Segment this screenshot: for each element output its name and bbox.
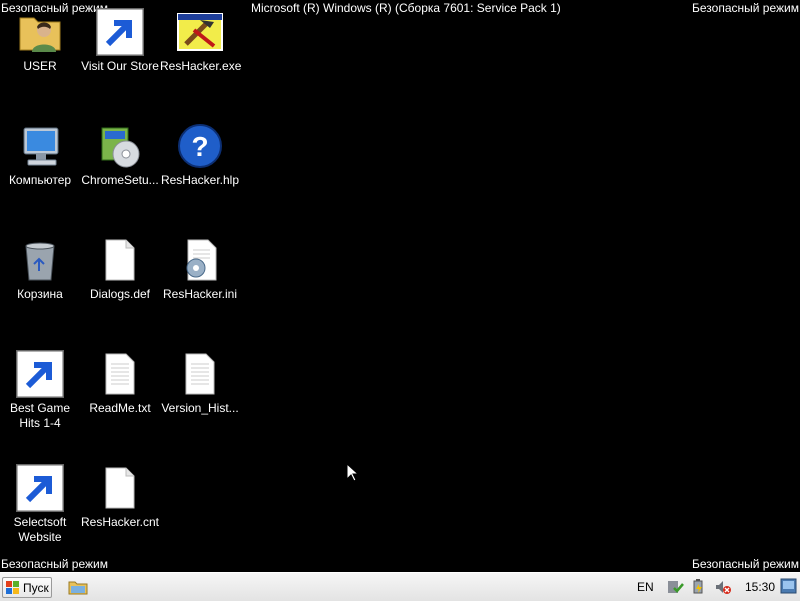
shortcut-arrow-icon [16, 464, 64, 512]
volume-muted-icon[interactable] [714, 579, 732, 595]
desktop-icon-label: Selectsoft Website [13, 515, 67, 544]
start-label: Пуск [23, 580, 49, 595]
safe-mode-label-bottom-right: Безопасный режим [692, 557, 799, 571]
desktop-icon-label: ResHacker.hlp [160, 173, 240, 187]
desktop-icon-label: ResHacker.exe [160, 59, 242, 73]
windows-logo-icon [6, 580, 19, 594]
shortcut-arrow-icon [16, 350, 64, 398]
mouse-pointer-icon [346, 463, 358, 482]
desktop-icon-label: Корзина [17, 287, 63, 301]
desktop-icon-version-history[interactable]: Version_Hist... [160, 342, 240, 416]
desktop-icon-chromesetup[interactable]: ChromeSetu... [80, 114, 160, 188]
power-battery-icon[interactable] [690, 579, 708, 595]
installer-icon [96, 122, 144, 170]
windows-build-title: Microsoft (R) Windows (R) (Сборка 7601: … [251, 1, 561, 15]
desktop-icon-label: ResHacker.ini [162, 287, 238, 301]
desktop-icon-user[interactable]: USER [0, 0, 80, 74]
desktop-icon-label: Компьютер [8, 173, 72, 187]
language-indicator[interactable]: EN [637, 580, 654, 594]
show-desktop-icon[interactable] [780, 577, 797, 596]
desktop-icon-label: Visit Our Store [81, 59, 159, 73]
blank-file-icon [96, 464, 144, 512]
desktop-icon-dialogs-def[interactable]: Dialogs.def [80, 228, 160, 302]
computer-icon [16, 122, 64, 170]
explorer-folder-icon[interactable] [68, 579, 88, 595]
start-button[interactable]: Пуск [2, 577, 52, 598]
desktop-icon-reshacker-ini[interactable]: ResHacker.ini [160, 228, 240, 302]
dice-game-icon [16, 350, 64, 398]
desktop-icon-label: Dialogs.def [89, 287, 151, 301]
help-file-icon: ? [176, 122, 224, 170]
desktop-icon-label: Best Game Hits 1-4 [9, 401, 71, 430]
text-file-icon [96, 350, 144, 398]
desktop-icon-reshacker-hlp[interactable]: ? ResHacker.hlp [160, 114, 240, 188]
selectsoft-s-icon [16, 464, 64, 512]
desktop-icon-label: USER [23, 59, 57, 73]
desktop-icon-reshacker-exe[interactable]: ResHacker.exe [160, 0, 242, 74]
recycle-bin-icon [16, 236, 64, 284]
safe-mode-label-bottom-left: Безопасный режим [1, 557, 108, 571]
desktop-icon-label: ResHacker.cnt [80, 515, 160, 529]
user-folder-icon [16, 8, 64, 56]
shortcut-arrow-icon [96, 8, 144, 56]
desktop-icon-computer[interactable]: Компьютер [0, 114, 80, 188]
reshacker-exe-icon [176, 8, 224, 56]
system-clock[interactable]: 15:30 [745, 580, 775, 594]
svg-text:?: ? [191, 131, 208, 162]
desktop-icon-readme-txt[interactable]: ReadMe.txt [80, 342, 160, 416]
blank-file-icon [96, 236, 144, 284]
desktop-icon-best-game-hits[interactable]: Best Game Hits 1-4 [0, 342, 80, 431]
ini-settings-file-icon [176, 236, 224, 284]
action-center-flag-icon[interactable] [666, 579, 684, 595]
desktop-icon-label: ChromeSetu... [81, 173, 159, 187]
desktop-icon-label: ReadMe.txt [89, 401, 151, 415]
desktop-icon-recycle-bin[interactable]: Корзина [0, 228, 80, 302]
store-n-logo-icon [96, 8, 144, 56]
text-file-icon [176, 350, 224, 398]
desktop-icon-reshacker-cnt[interactable]: ResHacker.cnt [80, 456, 160, 530]
desktop-icon-selectsoft-website[interactable]: Selectsoft Website [0, 456, 80, 545]
desktop-icon-label: Version_Hist... [161, 401, 239, 415]
safe-mode-label-top-right: Безопасный режим [692, 1, 799, 15]
taskbar: Пуск EN 15:30 [0, 572, 800, 601]
desktop-icon-visit-our-store[interactable]: Visit Our Store [80, 0, 160, 74]
